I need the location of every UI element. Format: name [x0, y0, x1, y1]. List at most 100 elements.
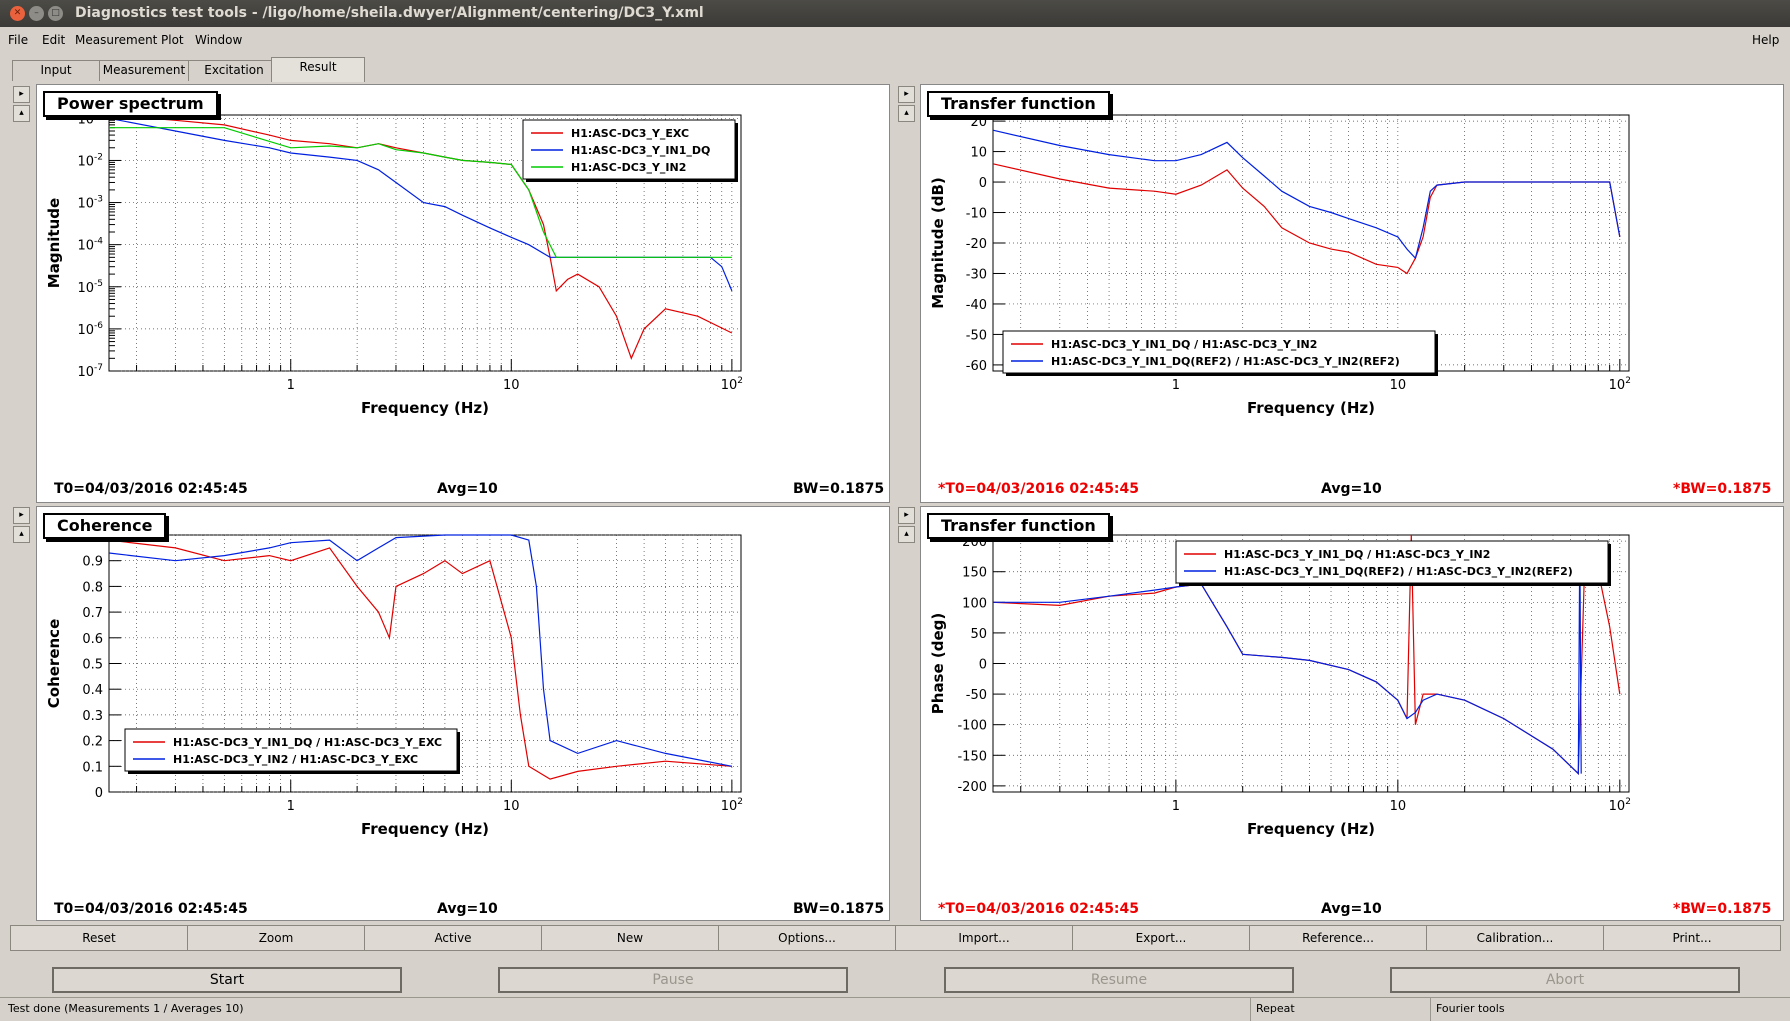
- bw-label: *BW=0.1875: [1673, 481, 1772, 497]
- bw-label: BW=0.1875: [793, 481, 885, 497]
- menu-file[interactable]: File: [8, 33, 28, 47]
- plot-title: Transfer function: [927, 91, 1110, 117]
- x-tick-label: 102: [1609, 797, 1631, 814]
- y-tick-label: -100: [957, 719, 987, 734]
- x-axis-label: Frequency (Hz): [1247, 399, 1375, 417]
- maximize-window-icon[interactable]: □: [48, 6, 63, 21]
- y-axis-label: Magnitude: [45, 198, 63, 288]
- y-tick-label: -50: [966, 328, 987, 343]
- y-tick-labels: 10.90.80.70.60.50.40.30.20.10: [82, 529, 103, 801]
- reset-button[interactable]: Reset: [10, 925, 188, 951]
- print-button[interactable]: Print...: [1603, 925, 1781, 951]
- menu-window[interactable]: Window: [195, 33, 242, 47]
- x-tick-label: 102: [1609, 376, 1631, 393]
- x-tick-label: 10: [503, 799, 520, 814]
- export-button[interactable]: Export...: [1072, 925, 1250, 951]
- abort-button[interactable]: Abort: [1390, 967, 1740, 993]
- legend-label: H1:ASC-DC3_Y_IN1_DQ / H1:ASC-DC3_Y_EXC: [173, 736, 442, 749]
- x-tick-label: 102: [721, 376, 743, 393]
- plot-toolbar: Reset Zoom Active New Options... Import.…: [10, 925, 1782, 951]
- avg-label: Avg=10: [437, 901, 498, 917]
- tab-excitation[interactable]: Excitation: [188, 60, 280, 81]
- active-button[interactable]: Active: [364, 925, 542, 951]
- status-bar: Test done (Measurements 1 / Averages 10)…: [0, 997, 1790, 1021]
- legend-label: H1:ASC-DC3_Y_EXC: [571, 127, 689, 140]
- transfer-magnitude-plot[interactable]: 20 10 0 -10 -20 -30 -40 -50 -60 1 10 102 Frequency (…: [921, 85, 1783, 502]
- menu-plot[interactable]: Plot: [161, 33, 184, 47]
- panel-arrows-top-left: ▸ ▴: [13, 86, 30, 124]
- t0-label: T0=04/03/2016 02:45:45: [54, 481, 248, 497]
- y-tick-label: -150: [957, 749, 987, 764]
- power-spectrum-plot[interactable]: 10-110-210-310-410-510-610-7110102Freque…: [37, 85, 889, 502]
- y-axis-label: Coherence: [45, 619, 63, 708]
- coherence-plot[interactable]: 1 0.9 0.8 0.7 0.6 0.5 0.4 0.3 0.2 0.1 0 1 10 102 Frequ…: [37, 507, 889, 920]
- y-tick-label: 10-5: [77, 279, 103, 296]
- pause-button[interactable]: Pause: [498, 967, 848, 993]
- menu-help[interactable]: Help: [1752, 33, 1779, 47]
- tab-bar: Input Measurement Excitation Result: [8, 57, 1782, 82]
- tab-measurement[interactable]: Measurement: [99, 60, 189, 81]
- y-tick-labels: 10-110-210-310-410-510-610-7: [77, 110, 103, 380]
- arrow-up-icon[interactable]: ▴: [13, 526, 30, 543]
- y-tick-label: 10-3: [77, 195, 103, 212]
- avg-label: Avg=10: [1321, 481, 1382, 497]
- transfer-phase-plot[interactable]: 200150100500-50-100-150-2001 10 102Frequen…: [921, 507, 1783, 920]
- plot-panel-transfer-phase[interactable]: 200 150 100 50 0 -50 -100 -150 -200 1 10 102 Frequen…: [920, 506, 1784, 921]
- y-tick-label: -60: [966, 359, 987, 374]
- x-tick-label: 102: [721, 797, 743, 814]
- y-tick-label: -200: [957, 780, 987, 795]
- y-tick-label: 10-6: [77, 321, 103, 338]
- y-tick-label: 50: [970, 627, 987, 642]
- start-button[interactable]: Start: [52, 967, 402, 993]
- y-tick-label: 0.3: [82, 709, 103, 724]
- y-tick-label: 10-4: [77, 237, 103, 254]
- y-tick-label: -50: [966, 688, 987, 703]
- arrow-right-icon[interactable]: ▸: [13, 507, 30, 524]
- arrow-up-icon[interactable]: ▴: [898, 105, 915, 122]
- import-button[interactable]: Import...: [895, 925, 1073, 951]
- y-axis-label: Phase (deg): [929, 613, 947, 714]
- arrow-up-icon[interactable]: ▴: [898, 526, 915, 543]
- x-tick-label: 10: [1390, 378, 1407, 393]
- close-window-icon[interactable]: ✕: [10, 6, 25, 21]
- y-tick-labels: 200150100500-50-100-150-200: [957, 535, 987, 795]
- arrow-right-icon[interactable]: ▸: [13, 86, 30, 103]
- reference-button[interactable]: Reference...: [1249, 925, 1427, 951]
- arrow-up-icon[interactable]: ▴: [13, 105, 30, 122]
- zoom-button[interactable]: Zoom: [187, 925, 365, 951]
- plot-panel-transfer-magnitude[interactable]: 20 10 0 -10 -20 -30 -40 -50 -60 1 10 102 Frequency (…: [920, 84, 1784, 503]
- avg-label: Avg=10: [437, 481, 498, 497]
- plot-title: Coherence: [43, 513, 167, 539]
- plot-panel-power-spectrum[interactable]: 10-110-210-310-410-510-610-7110102Freque…: [36, 84, 890, 503]
- menu-edit[interactable]: Edit: [42, 33, 65, 47]
- tab-input[interactable]: Input: [12, 60, 100, 81]
- y-tick-label: 10: [970, 146, 987, 161]
- resume-button[interactable]: Resume: [944, 967, 1294, 993]
- panel-arrows-bottom-right: ▸ ▴: [898, 507, 915, 545]
- x-tick-label: 1: [287, 378, 295, 393]
- bw-label: *BW=0.1875: [1673, 901, 1772, 917]
- arrow-right-icon[interactable]: ▸: [898, 507, 915, 524]
- legend-label: H1:ASC-DC3_Y_IN1_DQ(REF2) / H1:ASC-DC3_Y…: [1224, 565, 1573, 578]
- y-tick-label: 0.5: [82, 658, 103, 673]
- window-title: Diagnostics test tools - /ligo/home/shei…: [75, 5, 704, 21]
- legend-label: H1:ASC-DC3_Y_IN1_DQ(REF2) / H1:ASC-DC3_Y…: [1051, 355, 1400, 368]
- new-button[interactable]: New: [541, 925, 719, 951]
- arrow-right-icon[interactable]: ▸: [898, 86, 915, 103]
- avg-label: Avg=10: [1321, 901, 1382, 917]
- plot-title: Power spectrum: [43, 91, 218, 117]
- x-tick-labels: 1 10 102: [1172, 797, 1631, 814]
- minimize-window-icon[interactable]: –: [29, 6, 44, 21]
- tab-result[interactable]: Result: [271, 57, 365, 82]
- menu-measurement[interactable]: Measurement: [75, 33, 157, 47]
- legend-label: H1:ASC-DC3_Y_IN1_DQ / H1:ASC-DC3_Y_IN2: [1224, 548, 1490, 561]
- x-tick-labels: 1 10 102: [287, 376, 743, 393]
- t0-label: T0=04/03/2016 02:45:45: [54, 901, 248, 917]
- y-tick-label: 0.2: [82, 735, 103, 750]
- plot-panel-coherence[interactable]: 1 0.9 0.8 0.7 0.6 0.5 0.4 0.3 0.2 0.1 0 1 10 102 Frequ…: [36, 506, 890, 921]
- x-axis-label: Frequency (Hz): [361, 820, 489, 838]
- y-axis-label: Magnitude (dB): [929, 177, 947, 308]
- options-button[interactable]: Options...: [718, 925, 896, 951]
- y-tick-label: 150: [962, 566, 987, 581]
- calibration-button[interactable]: Calibration...: [1426, 925, 1604, 951]
